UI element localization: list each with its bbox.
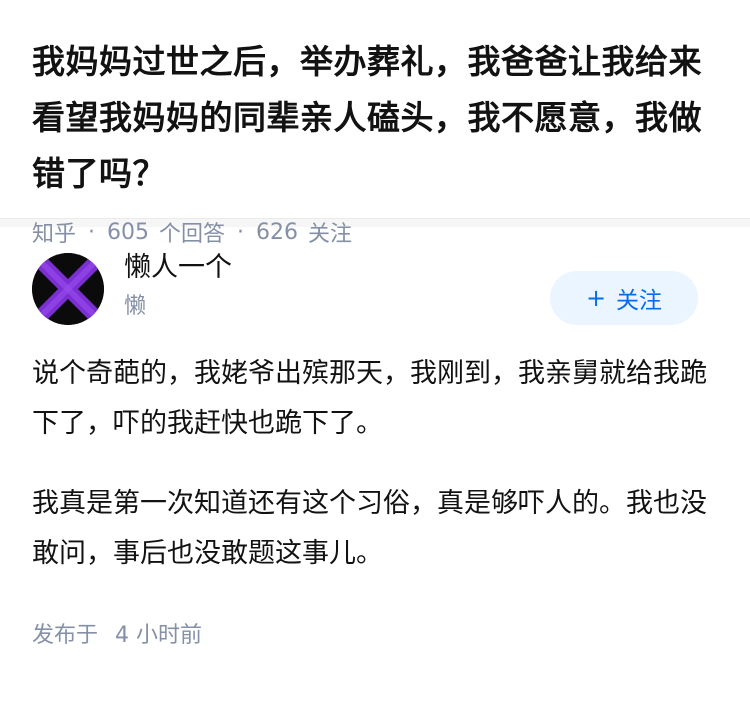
answer-paragraph: 说个奇葩的，我姥爷出殡那天，我刚到，我亲舅就给我跪下了，吓的我赶快也跪下了。 (32, 358, 707, 439)
purple-x-avatar-icon (32, 253, 104, 325)
avatar[interactable] (32, 253, 104, 325)
plus-icon: + (585, 284, 607, 312)
follow-button[interactable]: + 关注 (550, 271, 698, 325)
answer-card: 懒人一个 懒 + 关注 说个奇葩的，我姥爷出殡那天，我刚到，我亲舅就给我跪下了，… (0, 227, 750, 649)
publish-info: 发布于 4 小时前 (32, 617, 718, 649)
published-label: 发布于 (32, 623, 99, 648)
answer-paragraph: 我真是第一次知道还有这个习俗，真是够吓人的。我也没敢问，事后也没敢题这事儿。 (32, 488, 707, 569)
follow-label: 关注 (616, 288, 663, 314)
author-headline: 懒 (124, 294, 147, 319)
published-time: 4 小时前 (115, 623, 203, 648)
question-title[interactable]: 我妈妈过世之后，举办葬礼，我爸爸让我给来看望我妈妈的同辈亲人磕头，我不愿意，我做… (32, 34, 718, 202)
question-header: 我妈妈过世之后，举办葬礼，我爸爸让我给来看望我妈妈的同辈亲人磕头，我不愿意，我做… (0, 0, 750, 247)
author-name[interactable]: 懒人一个 (124, 249, 232, 287)
author-info: 懒人一个 懒 (124, 249, 232, 323)
answer-content[interactable]: 说个奇葩的，我姥爷出殡那天，我刚到，我亲舅就给我跪下了，吓的我赶快也跪下了。 我… (32, 349, 718, 579)
